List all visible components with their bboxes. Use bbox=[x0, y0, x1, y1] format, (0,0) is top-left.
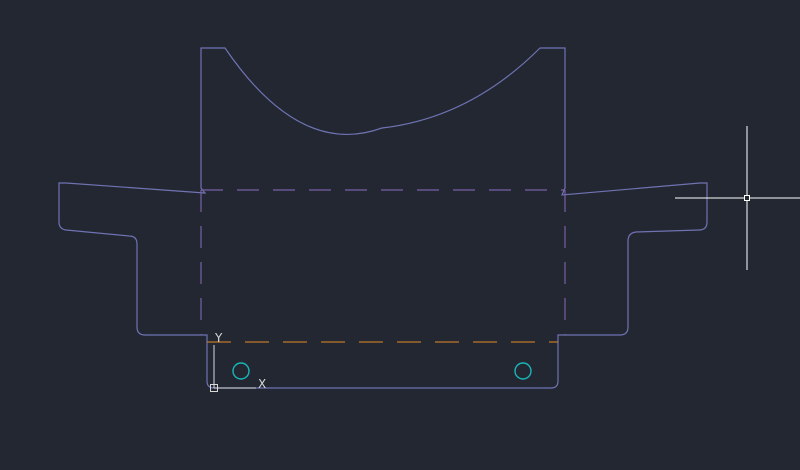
drawing-viewport[interactable]: Y X bbox=[0, 0, 800, 470]
part-outline[interactable] bbox=[58, 47, 708, 389]
drawing-canvas[interactable]: Y X bbox=[0, 0, 800, 470]
hole-circle-right[interactable] bbox=[514, 362, 532, 380]
ucs-x-label: X bbox=[258, 377, 266, 391]
ucs-axes-icon: Y X bbox=[210, 331, 266, 392]
ucs-y-label: Y bbox=[214, 331, 223, 345]
crosshair-cursor-icon bbox=[675, 126, 800, 270]
hole-circle-left[interactable] bbox=[232, 362, 250, 380]
